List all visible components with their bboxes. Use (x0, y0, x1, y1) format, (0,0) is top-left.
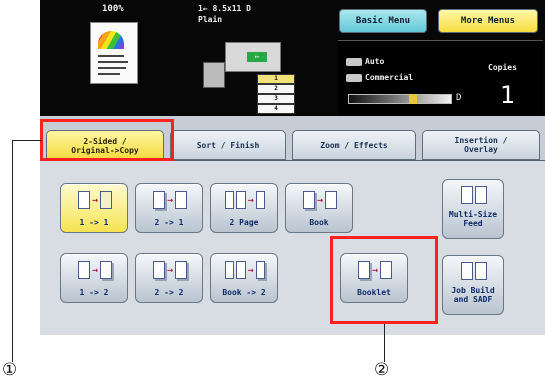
two-to-one-icon: → (150, 190, 190, 210)
one-to-one-icon: → (75, 190, 115, 210)
copies-count: 1 (500, 81, 516, 109)
text-line-icon (98, 73, 120, 75)
basic-menu-button[interactable]: Basic Menu (339, 9, 427, 33)
button-label: Multi-Size Feed (443, 210, 503, 228)
text-line-icon (98, 55, 124, 57)
tab-sort-finish[interactable]: Sort / Finish (170, 130, 286, 160)
arrow-left-icon: ← (247, 52, 267, 62)
text-line-icon (98, 67, 126, 69)
job-build-sadf-button[interactable]: Job Build and SADF (442, 255, 504, 315)
callout-leader-1 (12, 140, 13, 362)
tab-label-line1: Insertion / (454, 136, 508, 145)
button-label: 2 Page (229, 218, 259, 227)
auto-mode-icon (346, 57, 362, 66)
button-label: 2 -> 1 (154, 218, 184, 227)
book-to-two-button[interactable]: → Book -> 2 (210, 253, 278, 303)
tray-1[interactable]: 1 (257, 74, 295, 84)
multi-size-feed-icon (457, 186, 491, 206)
highlight-box-2 (330, 236, 438, 324)
original-preview-icon (90, 22, 138, 84)
density-end-label: D (456, 93, 462, 103)
copies-label: Copies (488, 63, 517, 72)
two-page-button[interactable]: → 2 Page (210, 183, 278, 233)
two-to-two-button[interactable]: → 2 -> 2 (135, 253, 203, 303)
button-label: 1 -> 2 (79, 288, 109, 297)
label-line1: Multi-Size (448, 210, 498, 219)
tray-2[interactable]: 2 (257, 84, 295, 94)
button-label: 2 -> 2 (154, 288, 184, 297)
label-line2: and SADF (453, 295, 493, 304)
book-icon: → (300, 190, 340, 210)
callout-2: ② (374, 360, 390, 380)
paper-type: Plain (198, 15, 223, 24)
one-to-two-button[interactable]: → 1 -> 2 (60, 253, 128, 303)
copier-screen: 100% 1← 8.5x11 D Plain ← 1 2 3 4 Basic M… (40, 0, 545, 335)
density-knob[interactable] (409, 94, 417, 104)
button-label: 1 -> 1 (79, 218, 109, 227)
two-to-one-button[interactable]: → 2 -> 1 (135, 183, 203, 233)
tab-label: Zoom / Effects (320, 140, 388, 150)
rainbow-image-icon (98, 31, 124, 49)
one-to-two-icon: → (75, 260, 115, 280)
paper-info: 1← 8.5x11 D Plain (198, 3, 251, 25)
tray-4[interactable]: 4 (257, 104, 295, 114)
original-mode-label: Commercial (365, 73, 414, 82)
callout-leader-2 (384, 324, 385, 362)
original-mode-icon (346, 73, 362, 82)
button-label: Book (309, 218, 329, 227)
one-to-one-button[interactable]: → 1 -> 1 (60, 183, 128, 233)
output-sheets-icon (203, 62, 225, 88)
copy-settings-panel: Auto Commercial D Copies 1 (338, 40, 543, 116)
text-line-icon (98, 61, 128, 63)
button-label: Job Build and SADF (443, 286, 503, 304)
two-sided-panel: → 1 -> 1 → 2 -> 1 → 2 Page → Book Multi-… (40, 160, 545, 335)
copier-machine-icon: ← 1 2 3 4 (195, 36, 315, 114)
two-page-icon: → (225, 190, 266, 210)
callout-1: ① (2, 360, 18, 380)
auto-mode-row[interactable]: Auto (346, 57, 384, 66)
label-line2: Feed (463, 219, 483, 228)
paper-size: 1← 8.5x11 D (198, 4, 251, 13)
tray-3[interactable]: 3 (257, 94, 295, 104)
callout-leader-1 (12, 140, 42, 141)
job-build-icon (457, 262, 491, 282)
highlight-box-1 (40, 119, 174, 161)
status-area: 100% 1← 8.5x11 D Plain ← 1 2 3 4 Basic M… (40, 0, 545, 116)
more-menus-button[interactable]: More Menus (438, 9, 538, 33)
auto-mode-label: Auto (365, 57, 385, 66)
density-slider[interactable] (348, 94, 452, 104)
tab-label-line2: Overlay (464, 145, 498, 154)
multi-size-feed-button[interactable]: Multi-Size Feed (442, 179, 504, 239)
tab-zoom-effects[interactable]: Zoom / Effects (292, 130, 416, 160)
book-to-two-icon: → (225, 260, 266, 280)
label-line1: Job Build (451, 286, 495, 295)
tab-label: Sort / Finish (196, 140, 260, 150)
button-label: Book -> 2 (222, 288, 266, 297)
original-mode-row[interactable]: Commercial (346, 73, 413, 82)
tab-insertion-overlay[interactable]: Insertion / Overlay (422, 130, 540, 160)
book-button[interactable]: → Book (285, 183, 353, 233)
two-to-two-icon: → (150, 260, 190, 280)
zoom-readout: 100% (102, 4, 124, 14)
